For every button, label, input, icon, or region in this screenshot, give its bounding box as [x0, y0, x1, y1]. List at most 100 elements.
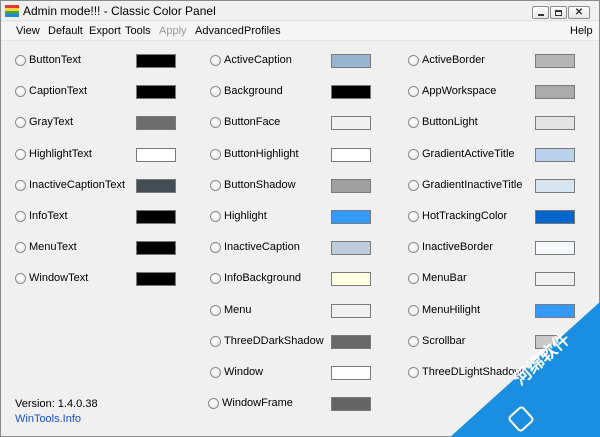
radio-inactiveborder[interactable]: [408, 242, 419, 253]
radio-scrollbar[interactable]: [408, 336, 419, 347]
wintools-link[interactable]: WinTools.Info: [15, 413, 81, 425]
radio-highlighttext[interactable]: [15, 149, 26, 160]
radio-threedlightshadow[interactable]: [408, 367, 419, 378]
radio-menuhilight[interactable]: [408, 305, 419, 316]
swatch-buttonshadow[interactable]: [331, 179, 371, 193]
radio-buttonlight[interactable]: [408, 117, 419, 128]
close-button[interactable]: ✕: [568, 6, 590, 19]
menu-apply[interactable]: Apply: [159, 25, 187, 37]
label-gradientinactivetitle[interactable]: GradientInactiveTitle: [422, 179, 522, 191]
label-appworkspace[interactable]: AppWorkspace: [422, 85, 496, 97]
label-infotext[interactable]: InfoText: [29, 210, 68, 222]
radio-inactivecaptiontext[interactable]: [15, 180, 26, 191]
radio-buttonhighlight[interactable]: [210, 149, 221, 160]
swatch-threeddarkshadow[interactable]: [331, 335, 371, 349]
swatch-buttonlight[interactable]: [535, 116, 575, 130]
swatch-infotext[interactable]: [136, 210, 176, 224]
label-buttontext[interactable]: ButtonText: [29, 54, 81, 66]
label-hottrackingcolor[interactable]: HotTrackingColor: [422, 210, 507, 222]
swatch-gradientactivetitle[interactable]: [535, 148, 575, 162]
label-highlight[interactable]: Highlight: [224, 210, 267, 222]
minimize-button[interactable]: [532, 6, 549, 19]
menu-export[interactable]: Export: [89, 25, 121, 37]
radio-buttonface[interactable]: [210, 117, 221, 128]
swatch-background[interactable]: [331, 85, 371, 99]
label-inactiveborder[interactable]: InactiveBorder: [422, 241, 493, 253]
swatch-inactiveborder[interactable]: [535, 241, 575, 255]
radio-graytext[interactable]: [15, 117, 26, 128]
radio-hottrackingcolor[interactable]: [408, 211, 419, 222]
menu-help[interactable]: Help: [570, 25, 593, 37]
swatch-inactivecaption[interactable]: [331, 241, 371, 255]
radio-windowtext[interactable]: [15, 273, 26, 284]
swatch-window[interactable]: [331, 366, 371, 380]
label-window[interactable]: Window: [224, 366, 263, 378]
maximize-button[interactable]: [550, 6, 567, 19]
label-buttonface[interactable]: ButtonFace: [224, 116, 280, 128]
swatch-appworkspace[interactable]: [535, 85, 575, 99]
label-threeddarkshadow[interactable]: ThreeDDarkShadow: [224, 335, 324, 347]
swatch-infobackground[interactable]: [331, 272, 371, 286]
radio-inactivecaption[interactable]: [210, 242, 221, 253]
menu-default[interactable]: Default: [48, 25, 83, 37]
radio-buttonshadow[interactable]: [210, 180, 221, 191]
swatch-captiontext[interactable]: [136, 85, 176, 99]
label-buttonhighlight[interactable]: ButtonHighlight: [224, 148, 299, 160]
label-inactivecaption[interactable]: InactiveCaption: [224, 241, 300, 253]
label-highlighttext[interactable]: HighlightText: [29, 148, 92, 160]
label-captiontext[interactable]: CaptionText: [29, 85, 87, 97]
label-activeborder[interactable]: ActiveBorder: [422, 54, 485, 66]
radio-highlight[interactable]: [210, 211, 221, 222]
label-menu[interactable]: Menu: [224, 304, 252, 316]
label-infobackground[interactable]: InfoBackground: [224, 272, 301, 284]
label-graytext[interactable]: GrayText: [29, 116, 73, 128]
title-bar[interactable]: Admin mode!!! - Classic Color Panel ✕: [1, 1, 599, 21]
label-activecaption[interactable]: ActiveCaption: [224, 54, 292, 66]
radio-window[interactable]: [210, 367, 221, 378]
swatch-activecaption[interactable]: [331, 54, 371, 68]
menu-view[interactable]: View: [16, 25, 40, 37]
label-windowtext[interactable]: WindowText: [29, 272, 88, 284]
menu-advanced[interactable]: Advanced: [195, 25, 244, 37]
swatch-buttontext[interactable]: [136, 54, 176, 68]
swatch-buttonface[interactable]: [331, 116, 371, 130]
radio-background[interactable]: [210, 86, 221, 97]
radio-menu[interactable]: [210, 305, 221, 316]
swatch-windowframe[interactable]: [331, 397, 371, 411]
label-menubar[interactable]: MenuBar: [422, 272, 467, 284]
label-buttonshadow[interactable]: ButtonShadow: [224, 179, 296, 191]
swatch-hottrackingcolor[interactable]: [535, 210, 575, 224]
label-buttonlight[interactable]: ButtonLight: [422, 116, 478, 128]
radio-menubar[interactable]: [408, 273, 419, 284]
swatch-gradientinactivetitle[interactable]: [535, 179, 575, 193]
radio-activeborder[interactable]: [408, 55, 419, 66]
label-menutext[interactable]: MenuText: [29, 241, 77, 253]
radio-windowframe[interactable]: [208, 398, 219, 409]
menu-tools[interactable]: Tools: [125, 25, 151, 37]
radio-infotext[interactable]: [15, 211, 26, 222]
radio-gradientinactivetitle[interactable]: [408, 180, 419, 191]
swatch-menubar[interactable]: [535, 272, 575, 286]
swatch-inactivecaptiontext[interactable]: [136, 179, 176, 193]
label-background[interactable]: Background: [224, 85, 283, 97]
radio-menutext[interactable]: [15, 242, 26, 253]
label-windowframe[interactable]: WindowFrame: [222, 397, 293, 409]
radio-gradientactivetitle[interactable]: [408, 149, 419, 160]
swatch-highlighttext[interactable]: [136, 148, 176, 162]
menu-profiles[interactable]: Profiles: [244, 25, 281, 37]
swatch-activeborder[interactable]: [535, 54, 575, 68]
radio-infobackground[interactable]: [210, 273, 221, 284]
label-gradientactivetitle[interactable]: GradientActiveTitle: [422, 148, 515, 160]
swatch-buttonhighlight[interactable]: [331, 148, 371, 162]
radio-buttontext[interactable]: [15, 55, 26, 66]
swatch-windowtext[interactable]: [136, 272, 176, 286]
swatch-graytext[interactable]: [136, 116, 176, 130]
radio-appworkspace[interactable]: [408, 86, 419, 97]
label-inactivecaptiontext[interactable]: InactiveCaptionText: [29, 179, 125, 191]
swatch-highlight[interactable]: [331, 210, 371, 224]
swatch-menutext[interactable]: [136, 241, 176, 255]
radio-threeddarkshadow[interactable]: [210, 336, 221, 347]
radio-captiontext[interactable]: [15, 86, 26, 97]
swatch-menu[interactable]: [331, 304, 371, 318]
radio-activecaption[interactable]: [210, 55, 221, 66]
